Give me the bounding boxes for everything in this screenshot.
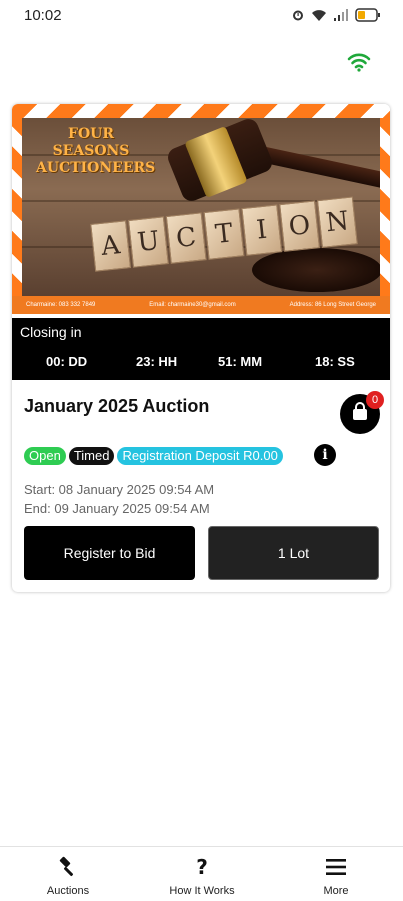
banner-stripe-right: [380, 118, 390, 296]
countdown-minutes: 51: MM: [218, 354, 263, 369]
auction-card[interactable]: FOUR SEASONS AUCTIONEERS A U C T I O N C…: [12, 104, 390, 592]
nav-how-it-works[interactable]: ? How It Works: [162, 847, 242, 901]
countdown-bar: Closing in 00: DD 23: HH 51: MM 18: SS: [12, 318, 390, 380]
open-badge: Open: [24, 447, 66, 465]
nav-more-label: More: [323, 885, 349, 897]
gavel-icon: [56, 855, 80, 879]
status-badges: Open Timed Registration Deposit R0.00: [24, 447, 283, 465]
register-to-bid-button[interactable]: Register to Bid: [24, 526, 195, 580]
nav-auctions[interactable]: Auctions: [30, 847, 106, 901]
alarm-icon: [291, 8, 305, 22]
wifi-status-icon: [311, 9, 327, 22]
info-icon[interactable]: i: [314, 444, 336, 466]
signal-icon: [333, 8, 349, 22]
cart-button[interactable]: 0: [340, 391, 384, 434]
auction-dates: Start: 08 January 2025 09:54 AM End: 09 …: [24, 480, 214, 518]
banner-phone: Charmaine: 083 332 7849: [26, 302, 96, 308]
auction-banner-image[interactable]: FOUR SEASONS AUCTIONEERS A U C T I O N C…: [12, 104, 390, 314]
timed-badge: Timed: [68, 447, 115, 465]
banner-contact-strip: Charmaine: 083 332 7849 Email: charmaine…: [12, 296, 390, 314]
countdown-label: Closing in: [20, 324, 82, 340]
countdown-days: 00: DD: [46, 354, 88, 369]
letter-block: N: [316, 196, 358, 248]
letter-block: U: [128, 216, 169, 268]
letter-block: O: [279, 200, 320, 252]
letter-block: T: [203, 208, 245, 260]
letter-block: A: [90, 220, 132, 272]
nav-how-it-works-label: How It Works: [169, 885, 235, 897]
status-time: 10:02: [24, 7, 62, 24]
status-bar: 10:02: [0, 0, 403, 32]
start-date: Start: 08 January 2025 09:54 AM: [24, 482, 215, 497]
gavel-sound-block: [252, 248, 380, 292]
banner-stripe-left: [12, 118, 22, 296]
cart-count-badge: 0: [366, 391, 384, 409]
battery-icon: [355, 8, 381, 22]
banner-email: Email: charmaine30@gmail.com: [149, 302, 236, 308]
nav-more[interactable]: More: [306, 847, 366, 901]
letter-block: C: [165, 212, 207, 264]
brand-logo-text: FOUR SEASONS AUCTIONEERS: [36, 126, 156, 176]
auction-title[interactable]: January 2025 Auction: [24, 396, 209, 417]
nav-auctions-label: Auctions: [46, 885, 90, 897]
menu-icon: [325, 855, 347, 879]
bottom-nav: Auctions ? How It Works More: [0, 846, 403, 901]
banner-photo: FOUR SEASONS AUCTIONEERS A U C T I O N: [22, 118, 380, 296]
countdown-seconds: 18: SS: [315, 354, 355, 369]
end-date: End: 09 January 2025 09:54 AM: [24, 501, 210, 516]
countdown-hours: 23: HH: [136, 354, 178, 369]
letter-block: I: [241, 204, 283, 256]
question-icon: ?: [196, 855, 208, 879]
lots-button[interactable]: 1 Lot: [208, 526, 379, 580]
deposit-badge: Registration Deposit R0.00: [117, 447, 283, 465]
connection-wifi-icon: [347, 52, 371, 77]
banner-stripe-top: [12, 104, 390, 118]
banner-address: Address: 86 Long Street George: [289, 302, 376, 308]
status-icons: [291, 8, 381, 22]
